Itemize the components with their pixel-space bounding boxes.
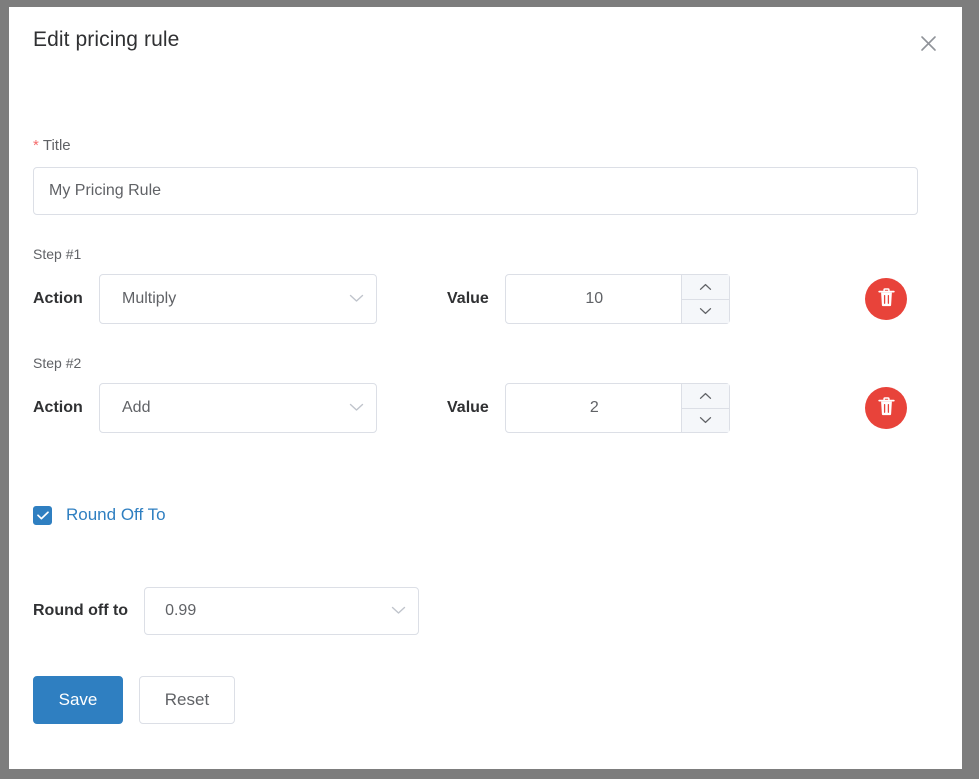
chevron-down-icon[interactable] xyxy=(681,407,729,432)
checkbox-check-icon xyxy=(33,505,52,525)
chevron-up-icon[interactable] xyxy=(681,384,729,408)
chevron-down-icon[interactable] xyxy=(681,298,729,323)
delete-step-button[interactable] xyxy=(865,278,907,320)
step-row: Action Multiply Value xyxy=(33,274,938,324)
reset-button[interactable]: Reset xyxy=(139,676,235,724)
chevron-down-icon xyxy=(349,399,364,417)
step-caption: Step #2 xyxy=(33,355,82,371)
required-marker: * xyxy=(33,137,39,154)
value-label: Value xyxy=(447,290,489,307)
title-field-label: * Title xyxy=(33,137,938,155)
step-row: Action Add Value xyxy=(33,383,938,433)
title-field-group: * Title xyxy=(33,137,938,215)
close-icon[interactable] xyxy=(916,31,940,55)
save-button[interactable]: Save xyxy=(33,676,123,724)
round-off-select-label: Round off to xyxy=(33,602,129,619)
step-block-1: Step #1 Action Multiply Value xyxy=(33,246,938,324)
action-select[interactable]: Multiply xyxy=(99,274,377,324)
trash-icon xyxy=(877,397,895,419)
round-off-select-value: 0.99 xyxy=(165,602,197,619)
dialog-header: Edit pricing rule xyxy=(9,7,962,85)
title-input[interactable] xyxy=(33,167,918,215)
trash-icon xyxy=(877,288,895,310)
spinner-controls xyxy=(680,384,729,432)
dialog-title: Edit pricing rule xyxy=(33,28,180,51)
chevron-up-icon[interactable] xyxy=(681,275,729,299)
spinner-controls xyxy=(680,275,729,323)
action-label: Action xyxy=(33,290,83,307)
value-label: Value xyxy=(447,399,489,416)
step-block-2: Step #2 Action Add Value xyxy=(33,355,938,433)
step-caption: Step #1 xyxy=(33,246,82,262)
chevron-down-icon xyxy=(349,290,364,308)
value-stepper xyxy=(504,274,730,324)
action-select[interactable]: Add xyxy=(99,383,377,433)
round-off-checkbox[interactable]: Round Off To xyxy=(33,505,183,525)
value-stepper xyxy=(504,383,730,433)
dialog-footer: Save Reset xyxy=(33,676,938,724)
dialog-body: *Title Step #1 Action Multiply Value xyxy=(9,137,962,724)
round-off-checkbox-label: Round Off To xyxy=(66,505,166,524)
round-off-select[interactable]: 0.99 xyxy=(144,587,420,635)
round-off-select-group: Round off to 0.99 xyxy=(33,587,938,635)
delete-step-button[interactable] xyxy=(865,387,907,429)
action-label: Action xyxy=(33,399,83,416)
title-label-text: Title xyxy=(42,137,71,154)
chevron-down-icon xyxy=(391,602,406,620)
action-select-value: Add xyxy=(122,399,151,416)
edit-pricing-rule-dialog: Edit pricing rule *Title Step #1 Action … xyxy=(9,7,962,769)
action-select-value: Multiply xyxy=(122,290,177,307)
